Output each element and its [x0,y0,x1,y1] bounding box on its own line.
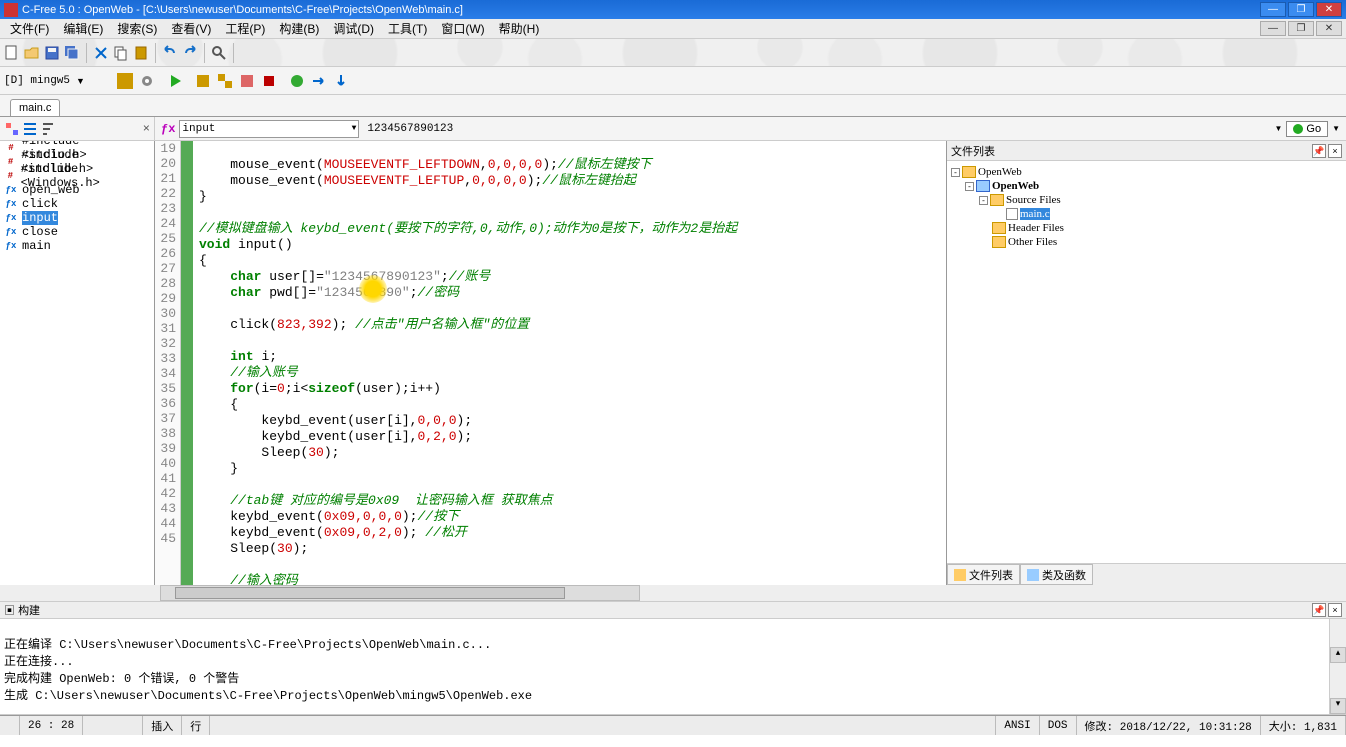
symbol-fn-close[interactable]: ƒxclose [0,225,154,239]
symbol-fn-click[interactable]: ƒxclick [0,197,154,211]
chevron-down-icon[interactable]: ▼ [76,76,85,86]
rebuild-icon[interactable] [239,73,255,89]
copy-icon[interactable] [113,45,129,61]
class-view-icon[interactable] [4,121,20,137]
go-dot-icon [1293,124,1303,134]
collapse-icon[interactable]: - [979,196,988,205]
mdi-minimize-button[interactable]: — [1260,21,1286,36]
file-list-panel: 文件列表 📌 × -OpenWeb -OpenWeb -Source Files… [946,141,1346,585]
code-editor[interactable]: 19202122 23242526 27282930 31323334 3536… [155,141,946,585]
panel-title: 文件列表 [951,143,995,159]
folder-icon [992,236,1006,248]
menu-file[interactable]: 文件(F) [4,18,55,39]
debug-icon[interactable] [289,73,305,89]
redo-icon[interactable] [182,45,198,61]
gear-icon[interactable] [139,73,155,89]
project-tree[interactable]: -OpenWeb -OpenWeb -Source Files main.c H… [947,161,1346,563]
close-panel-button[interactable]: × [1328,603,1342,617]
workspace-icon [962,166,976,178]
collapse-icon[interactable]: - [951,168,960,177]
run-icon[interactable] [167,73,183,89]
chevron-down-icon[interactable]: ▼ [1274,124,1282,133]
v-scrollbar[interactable]: ▴ ▾ [1329,619,1346,714]
new-icon[interactable] [4,45,20,61]
close-panel-button[interactable]: × [1328,144,1342,158]
pin-button[interactable]: 📌 [1312,603,1326,617]
close-panel-icon[interactable]: × [143,122,150,136]
mdi-maximize-button[interactable]: ❐ [1288,21,1314,36]
tab-class-list[interactable]: 类及函数 [1020,564,1093,585]
symbol-value: 1234567890123 [359,123,1274,135]
menu-build[interactable]: 构建(B) [273,18,325,39]
titlebar: C-Free 5.0 : OpenWeb - [C:\Users\newuser… [0,0,1346,19]
chevron-down-icon[interactable]: ▼ [1332,124,1340,133]
project-icon [976,180,990,192]
menu-tools[interactable]: 工具(T) [382,18,433,39]
menu-window[interactable]: 窗口(W) [435,18,490,39]
app-icon [4,3,18,17]
build-output[interactable]: 正在编译 C:\Users\newuser\Documents\C-Free\P… [0,619,1346,715]
save-icon[interactable] [44,45,60,61]
file-icon [1006,208,1018,220]
output-titlebar: ▣ 构建 📌 × [0,601,1346,619]
list-icon[interactable] [22,121,38,137]
stepin-icon[interactable] [333,73,349,89]
editor-tabs: main.c [0,95,1346,117]
symbol-fn-input[interactable]: ƒxinput [0,211,154,225]
compile-icon[interactable] [195,73,211,89]
menu-debug[interactable]: 调试(D) [327,18,380,39]
menu-project[interactable]: 工程(P) [219,18,271,39]
cut-icon[interactable] [93,45,109,61]
line-gutter: 19202122 23242526 27282930 31323334 3536… [155,141,181,585]
undo-icon[interactable] [162,45,178,61]
function-icon: ƒx [161,122,175,136]
menu-edit[interactable]: 编辑(E) [57,18,109,39]
menu-view[interactable]: 查看(V) [165,18,217,39]
folder-icon [992,222,1006,234]
menu-help[interactable]: 帮助(H) [493,18,546,39]
scroll-down-icon[interactable]: ▾ [1330,698,1346,714]
symbol-sidebar: ##include <stdio.h> ##include <stdlib.h>… [0,141,155,585]
code-area[interactable]: mouse_event(MOUSEEVENTF_LEFTDOWN,0,0,0,0… [181,141,946,585]
find-icon[interactable] [211,45,227,61]
symbol-fn-main[interactable]: ƒxmain [0,239,154,253]
compiler-label[interactable]: [D] mingw5 [4,75,70,87]
compiler-toolbar: [D] mingw5 ▼ [0,67,1346,95]
tab-main-c[interactable]: main.c [10,99,60,116]
menu-search[interactable]: 搜索(S) [111,18,163,39]
maximize-button[interactable]: ❐ [1288,2,1314,17]
tab-file-list[interactable]: 文件列表 [947,564,1020,585]
menubar: 文件(F) 编辑(E) 搜索(S) 查看(V) 工程(P) 构建(B) 调试(D… [0,19,1346,39]
scroll-up-icon[interactable]: ▴ [1330,647,1346,663]
window-title: C-Free 5.0 : OpenWeb - [C:\Users\newuser… [22,4,1260,16]
list-icon [954,569,966,581]
stepover-icon[interactable] [311,73,327,89]
folder-icon [990,194,1004,206]
symbol-include[interactable]: ##include <Windows.h> [0,169,154,183]
pin-button[interactable]: 📌 [1312,144,1326,158]
open-icon[interactable] [24,45,40,61]
h-scrollbar[interactable] [0,585,1346,601]
file-main-c[interactable]: main.c [951,207,1342,221]
collapse-icon[interactable]: - [965,182,974,191]
go-button[interactable]: Go [1286,121,1328,137]
stop-icon[interactable] [261,73,277,89]
minimize-button[interactable]: — [1260,2,1286,17]
paste-icon[interactable] [133,45,149,61]
function-dropdown[interactable]: input▼ [179,120,359,138]
build-icon[interactable] [117,73,133,89]
class-icon [1027,569,1039,581]
close-button[interactable]: ✕ [1316,2,1342,17]
buildall-icon[interactable] [217,73,233,89]
saveall-icon[interactable] [64,45,80,61]
sort-icon[interactable] [40,121,56,137]
mdi-close-button[interactable]: ✕ [1316,21,1342,36]
build-icon: ▣ [4,605,15,617]
main-toolbar [0,39,1346,67]
nav-bar: × ƒx input▼ 1234567890123 ▼ Go ▼ [0,117,1346,141]
